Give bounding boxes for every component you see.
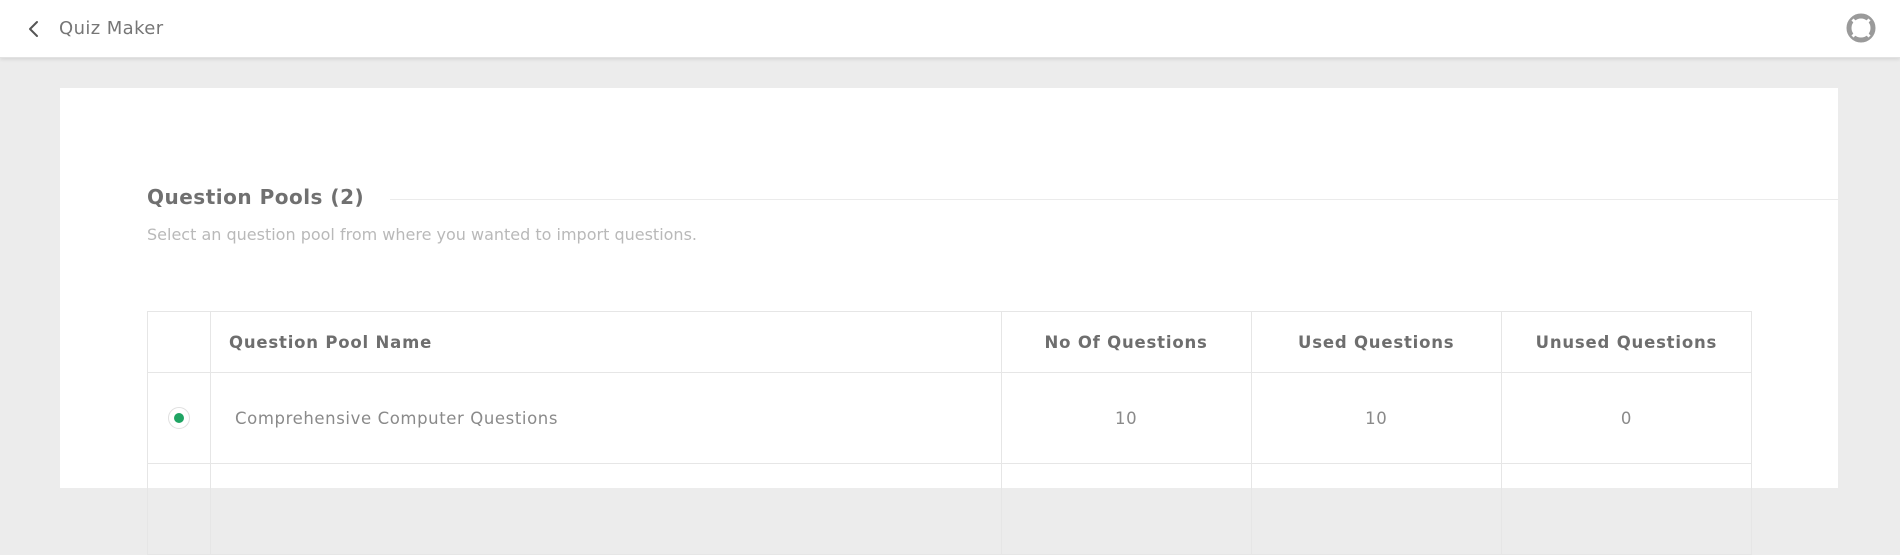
radio-selected-dot: [174, 413, 185, 423]
used-questions-cell: [1250, 463, 1502, 555]
table-row[interactable]: [146, 463, 1753, 555]
column-header-used-questions: Used Questions: [1250, 311, 1502, 373]
lifebuoy-icon: [1846, 13, 1876, 43]
no-of-questions-cell: 10: [1000, 372, 1252, 464]
question-pools-table: Question Pool Name No Of Questions Used …: [146, 311, 1753, 555]
section-divider: [147, 199, 1838, 200]
table-row[interactable]: Comprehensive Computer Questions 10 10 0: [146, 372, 1753, 464]
back-button[interactable]: [22, 17, 46, 41]
column-header-select: [146, 311, 212, 373]
app-title: Quiz Maker: [59, 18, 164, 39]
table-header-row: Question Pool Name No Of Questions Used …: [146, 311, 1753, 373]
section-subtitle: Select an question pool from where you w…: [147, 225, 697, 244]
content-card: Question Pools (2) Select an question po…: [60, 88, 1838, 555]
row-select-cell[interactable]: [146, 372, 212, 464]
chevron-left-icon: [29, 21, 38, 37]
top-app-bar: Quiz Maker: [0, 0, 1900, 58]
pool-radio-button[interactable]: [168, 407, 191, 429]
column-header-no-of-questions: No Of Questions: [1000, 311, 1252, 373]
unused-questions-cell: 0: [1500, 372, 1753, 464]
used-questions-cell: 10: [1250, 372, 1502, 464]
section-title: Question Pools (2): [147, 185, 391, 209]
pool-name-cell: Comprehensive Computer Questions: [210, 372, 1002, 464]
column-header-unused-questions: Unused Questions: [1500, 311, 1753, 373]
help-button[interactable]: [1846, 13, 1876, 43]
unused-questions-cell: [1500, 463, 1753, 555]
row-select-cell[interactable]: [146, 463, 212, 555]
column-header-pool-name: Question Pool Name: [210, 311, 1002, 373]
pool-name-cell: [210, 463, 1002, 555]
no-of-questions-cell: [1000, 463, 1252, 555]
